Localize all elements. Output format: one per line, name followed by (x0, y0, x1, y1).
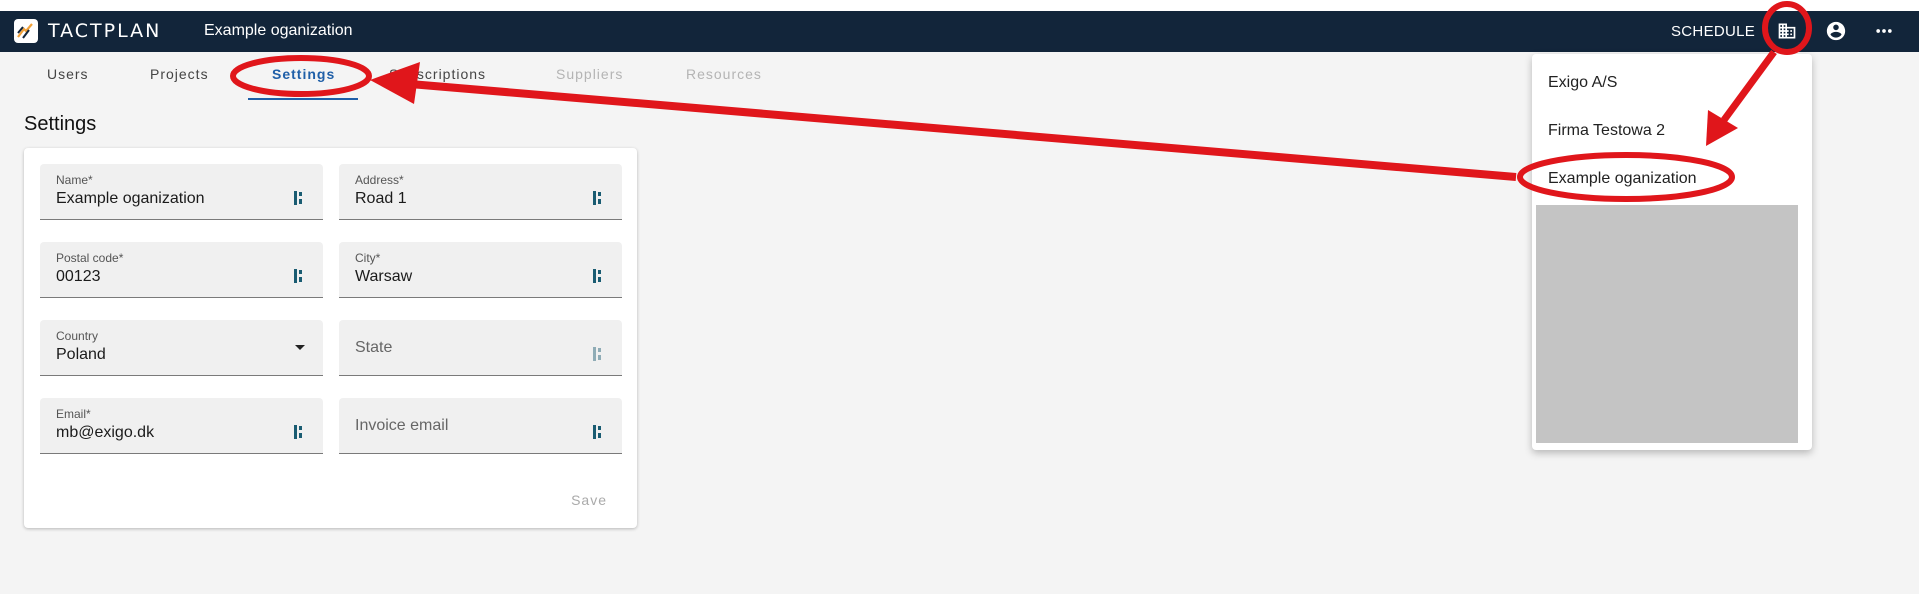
more-horizontal-icon (1876, 29, 1892, 33)
address-value[interactable]: Road 1 (355, 190, 407, 208)
logo-text: TACTPLAN (48, 20, 162, 42)
email-label: Email* (56, 407, 91, 421)
app-logo[interactable]: TACTPLAN (14, 19, 161, 43)
current-organization-title: Example oganization (204, 22, 353, 39)
email-field[interactable]: Email* mb@exigo.dk (40, 398, 323, 454)
field-handle-icon (593, 425, 601, 439)
postal-code-label: Postal code* (56, 251, 124, 265)
name-field[interactable]: Name* Example oganization (40, 164, 323, 220)
field-handle-icon (593, 269, 601, 283)
account-button[interactable] (1819, 14, 1853, 48)
tab-resources: Resources (686, 66, 762, 82)
email-value[interactable]: mb@exigo.dk (56, 424, 154, 442)
tab-settings[interactable]: Settings (272, 66, 335, 82)
tab-projects[interactable]: Projects (150, 66, 209, 82)
app-bar: TACTPLAN Example oganization SCHEDULE (0, 11, 1919, 52)
schedule-link[interactable]: SCHEDULE (1671, 23, 1755, 40)
city-field[interactable]: City* Warsaw (339, 242, 622, 298)
postal-code-field[interactable]: Postal code* 00123 (40, 242, 323, 298)
dropdown-caret-icon[interactable] (295, 345, 305, 350)
field-handle-icon (294, 425, 302, 439)
organization-menu-item-firma-testowa[interactable]: Firma Testowa 2 (1548, 122, 1665, 140)
name-label: Name* (56, 173, 93, 187)
country-label: Country (56, 329, 99, 343)
tab-suppliers: Suppliers (556, 66, 624, 82)
settings-card: Name* Example oganization Address* Road … (24, 148, 637, 528)
building-icon (1778, 23, 1796, 39)
tab-users[interactable]: Users (47, 66, 89, 82)
organization-menu: Exigo A/S Firma Testowa 2 Example oganiz… (1532, 54, 1812, 450)
tab-subscriptions[interactable]: Subscriptions (389, 66, 486, 82)
active-tab-indicator (248, 98, 358, 100)
name-value[interactable]: Example oganization (56, 190, 205, 208)
city-value[interactable]: Warsaw (355, 268, 412, 286)
invoice-email-placeholder: Invoice email (355, 417, 449, 434)
more-menu-button[interactable] (1867, 14, 1901, 48)
invoice-email-field[interactable]: Invoice email (339, 398, 622, 454)
field-handle-icon (294, 269, 302, 283)
save-button[interactable]: Save (571, 492, 607, 508)
state-placeholder: State (355, 339, 393, 356)
organization-menu-placeholder-image (1536, 205, 1798, 443)
country-select[interactable]: Country Poland (40, 320, 323, 376)
field-handle-icon (294, 191, 302, 205)
logo-icon (14, 19, 38, 43)
address-field[interactable]: Address* Road 1 (339, 164, 622, 220)
city-label: City* (355, 251, 381, 265)
country-value[interactable]: Poland (56, 346, 106, 364)
top-strip (0, 0, 1919, 11)
page-title: Settings (24, 113, 97, 135)
address-label: Address* (355, 173, 404, 187)
field-handle-icon (593, 347, 601, 361)
organization-menu-item-exigo[interactable]: Exigo A/S (1548, 74, 1617, 92)
organization-menu-item-example[interactable]: Example oganization (1548, 170, 1697, 188)
tab-bar: Users Projects Settings Subscriptions Su… (0, 52, 900, 100)
account-circle-icon (1826, 21, 1846, 41)
field-handle-icon (593, 191, 601, 205)
postal-code-value[interactable]: 00123 (56, 268, 101, 286)
state-field[interactable]: State (339, 320, 622, 376)
organization-switch-button[interactable] (1770, 14, 1804, 48)
